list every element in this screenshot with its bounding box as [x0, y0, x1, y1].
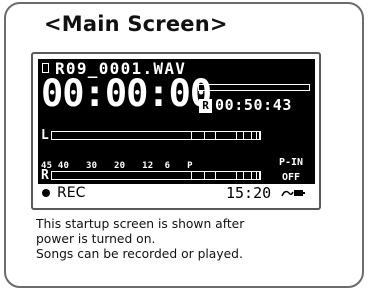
status-bar: REC 15:20: [38, 184, 315, 203]
meter-scale: 45 40 30 20 12 6 P: [41, 161, 193, 171]
remaining-bar: [198, 84, 310, 91]
battery-icon: [281, 187, 305, 202]
record-status: REC: [57, 185, 86, 201]
plugin-power-status: P-IN OFF: [271, 155, 311, 185]
description-line: power is turned on.: [36, 232, 156, 246]
plugin-power-value: OFF: [281, 172, 301, 183]
description: This startup screen is shown after power…: [36, 217, 244, 262]
remaining-time: 00:50:43: [215, 96, 293, 114]
channel-right-label: R: [41, 168, 49, 183]
level-meter-right: [51, 171, 261, 180]
plugin-power-label: P-IN: [278, 157, 304, 168]
section-title: <Main Screen>: [44, 12, 228, 36]
lcd-display: R09_0001.WAV 00:00:00 R 00:50:43 L 45 40…: [38, 59, 315, 203]
record-dot-icon: [42, 189, 50, 197]
level-meter-left: [51, 131, 261, 140]
channel-left-label: L: [41, 128, 49, 143]
description-line: Songs can be recorded or played.: [36, 247, 243, 261]
description-line: This startup screen is shown after: [36, 217, 245, 231]
screen-card: <Main Screen> R09_0001.WAV 00:00:00 R 00…: [4, 2, 364, 288]
remain-icon: R: [199, 99, 212, 113]
clock: 15:20: [226, 184, 272, 202]
lcd-frame: R09_0001.WAV 00:00:00 R 00:50:43 L 45 40…: [31, 52, 321, 210]
time-counter: 00:00:00: [41, 72, 212, 115]
